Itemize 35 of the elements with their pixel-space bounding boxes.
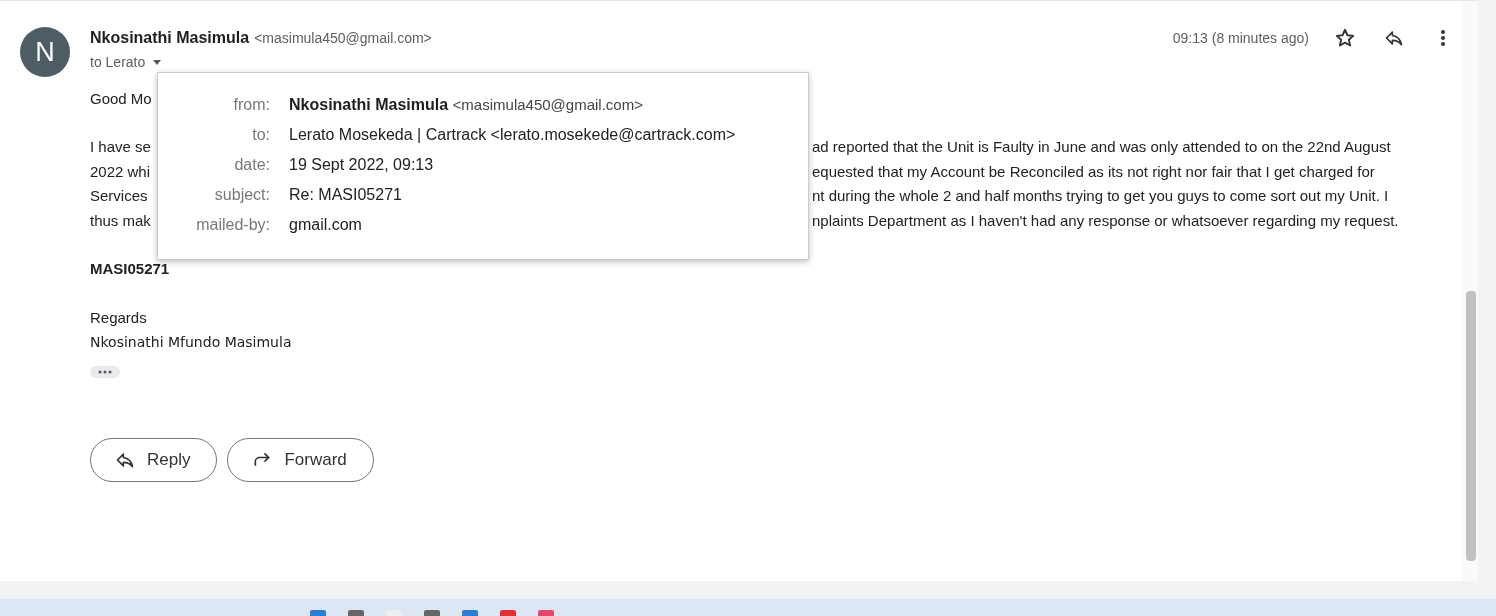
body-text: thus mak — [90, 211, 151, 229]
recipient-label: to Lerato — [90, 54, 146, 70]
detail-value: Lerato Mosekeda | Cartrack <lerato.mosekede@cartrack.com> — [289, 125, 736, 145]
closing-text: Regards — [90, 309, 147, 327]
more-vertical-icon — [1440, 29, 1446, 47]
reply-button[interactable]: Reply — [90, 438, 218, 483]
reply-icon — [1384, 28, 1404, 48]
show-trimmed-button[interactable] — [90, 366, 120, 379]
body-text: ad reported that the Unit is Faulty in June and was only attended to on the 22nd August — [812, 137, 1391, 157]
body-text: Services — [90, 187, 148, 205]
body-text: nplaints Department as I haven't had any response or whatsoever regarding my request. — [812, 210, 1399, 231]
body-text: I have se — [90, 138, 151, 155]
reply-icon — [115, 450, 135, 471]
detail-value: Nkosinathi Masimula <masimula450@gmail.com> — [289, 95, 643, 115]
body-text: 2022 whi — [90, 162, 151, 180]
body-text: equested that my Account be Reconciled as its not right nor fair that I get charged for — [812, 161, 1375, 182]
detail-value: Re: MASI05271 — [289, 185, 402, 205]
message-time: 09:13 (8 minutes ago) — [1172, 30, 1309, 46]
sender-email: <masimula450@gmail.com> — [254, 30, 432, 46]
ellipsis-icon — [97, 370, 113, 375]
signature-text: Nkosinathi Mfundo Masimula — [90, 334, 292, 351]
sender-avatar: N — [20, 27, 70, 77]
detail-label: date: — [233, 155, 270, 175]
body-text: nt during the whole 2 and half months trying to get you guys to come sort out my Unit. I — [812, 186, 1389, 207]
forward-button[interactable]: Forward — [227, 438, 374, 483]
detail-label: subject: — [213, 185, 270, 205]
detail-label: from: — [232, 95, 270, 115]
reference-number: MASI05271 — [90, 260, 170, 278]
star-icon — [1334, 27, 1356, 49]
detail-label: mailed-by: — [195, 215, 270, 235]
detail-value: 19 Sept 2022, 09:13 — [289, 155, 434, 175]
sender-name: Nkosinathi Masimula — [90, 29, 250, 47]
greeting-text: Good Mo — [90, 90, 152, 107]
detail-label: to: — [251, 125, 270, 145]
detail-value: gmail.com — [289, 215, 362, 235]
